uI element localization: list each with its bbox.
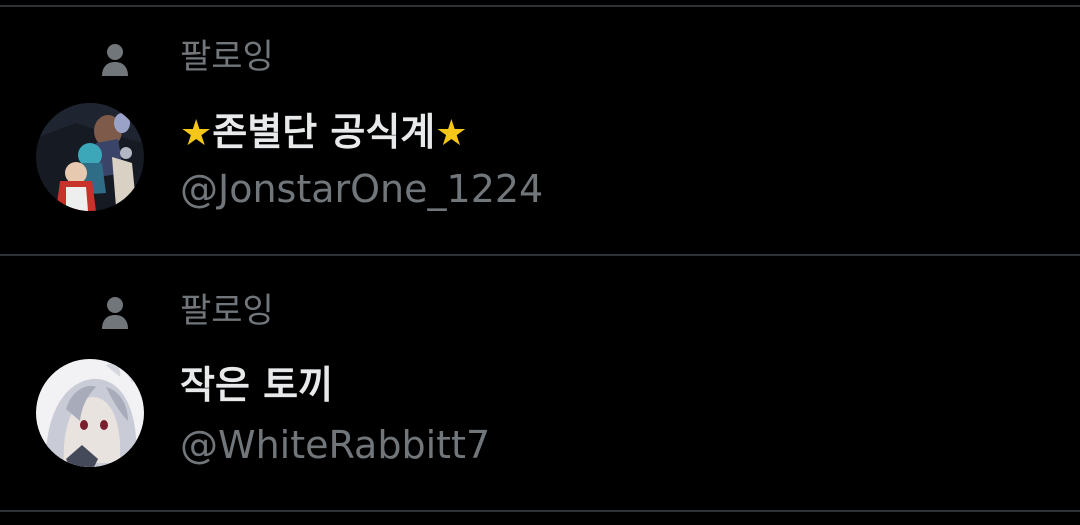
divider-bottom [0, 510, 1080, 512]
user-row[interactable]: 팔로잉 작은 토끼 @WhiteRabbitt7 [0, 256, 1080, 506]
avatar[interactable] [36, 103, 144, 211]
display-name[interactable]: ★존별단 공식계★ [180, 109, 468, 157]
user-handle: @JonstarOne_1224 [180, 167, 544, 211]
star-icon: ★ [435, 113, 468, 154]
social-context-label: 팔로잉 [180, 37, 274, 77]
display-name[interactable]: 작은 토끼 [180, 362, 333, 408]
star-icon: ★ [180, 113, 213, 154]
avatar[interactable] [36, 359, 144, 467]
person-icon [100, 43, 130, 77]
social-context-label: 팔로잉 [180, 291, 274, 331]
user-row[interactable]: 팔로잉 ★존별단 공식계★ @JonstarOne_1224 [0, 7, 1080, 257]
person-icon [100, 296, 130, 330]
display-name-text: 존별단 공식계 [212, 110, 436, 154]
user-handle: @WhiteRabbitt7 [180, 423, 491, 467]
